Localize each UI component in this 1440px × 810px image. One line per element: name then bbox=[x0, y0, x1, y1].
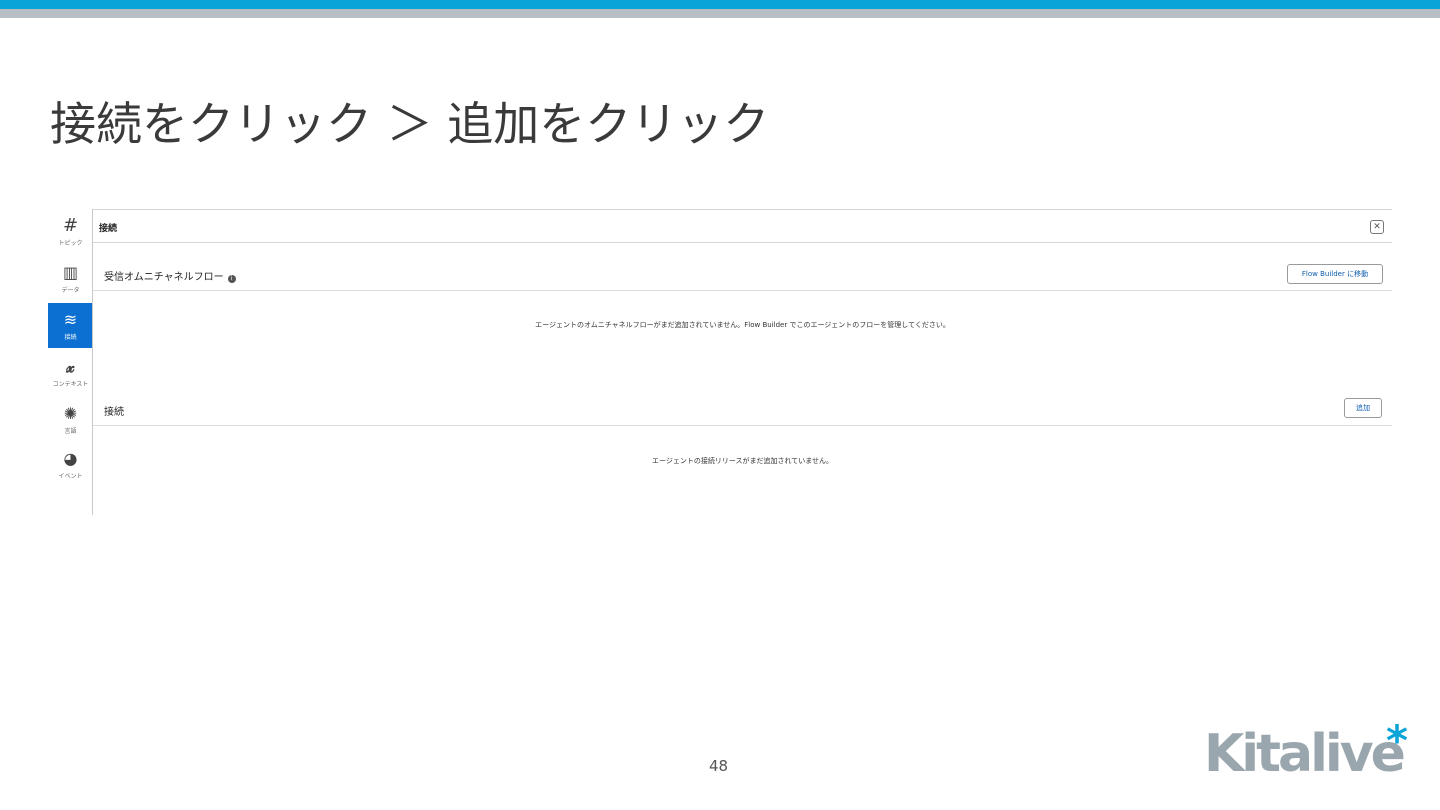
layers-icon: ≋ bbox=[63, 309, 78, 329]
info-icon[interactable]: i bbox=[227, 275, 236, 283]
agent-builder-screenshot: # トピック ▥ データ ≋ 接続 𝔁 コンテキスト ✺ 言語 ◕ イベント 接… bbox=[48, 209, 1392, 515]
top-accent-bar bbox=[0, 0, 1440, 9]
hash-icon: # bbox=[62, 214, 79, 236]
rail-item-language[interactable]: ✺ 言語 bbox=[48, 397, 93, 442]
palette-icon: ✺ bbox=[63, 403, 78, 423]
top-gray-bar bbox=[0, 9, 1440, 18]
page-number: 48 bbox=[709, 757, 729, 775]
connections-section-header: 接続 追加 bbox=[93, 392, 1392, 426]
rail-item-event[interactable]: ◕ イベント bbox=[48, 442, 93, 487]
side-rail: # トピック ▥ データ ≋ 接続 𝔁 コンテキスト ✺ 言語 ◕ イベント bbox=[48, 209, 93, 515]
omni-flow-section-title: 受信オムニチャネルフロー i bbox=[104, 268, 236, 283]
rail-item-context[interactable]: 𝔁 コンテキスト bbox=[48, 350, 93, 395]
panel-title: 接続 bbox=[99, 224, 118, 234]
logo-text: Kitalive bbox=[1204, 724, 1406, 784]
add-connection-button[interactable]: 追加 bbox=[1344, 398, 1382, 418]
rail-item-label: データ bbox=[61, 286, 80, 294]
kitalive-logo: Kitalive * bbox=[1204, 716, 1408, 784]
connections-section-title: 接続 bbox=[104, 407, 124, 418]
variable-icon: 𝔁 bbox=[66, 356, 75, 376]
flow-builder-button[interactable]: Flow Builder に移動 bbox=[1287, 264, 1383, 284]
connections-empty-message: エージェントの接続リリースがまだ追加されていません。 bbox=[651, 457, 834, 465]
connections-panel: 接続 ✕ 受信オムニチャネルフロー i Flow Builder に移動 エージェ… bbox=[93, 209, 1392, 515]
omni-flow-section-header: 受信オムニチャネルフロー i Flow Builder に移動 bbox=[93, 257, 1392, 291]
close-button[interactable]: ✕ bbox=[1370, 220, 1384, 234]
asterisk-icon: * bbox=[1386, 716, 1408, 765]
library-icon: ▥ bbox=[62, 262, 79, 282]
slide-title: 接続をクリック ＞ 追加をクリック bbox=[50, 97, 770, 151]
rail-item-topic[interactable]: # トピック bbox=[48, 209, 93, 254]
rail-item-label: 接続 bbox=[64, 333, 77, 341]
rail-item-label: トピック bbox=[58, 239, 83, 247]
rail-item-connections[interactable]: ≋ 接続 bbox=[48, 303, 93, 348]
rail-item-label: コンテキスト bbox=[52, 380, 89, 388]
event-icon: ◕ bbox=[63, 448, 78, 468]
omni-flow-empty-message: エージェントのオムニチャネルフローがまだ追加されていません。Flow Build… bbox=[535, 321, 950, 329]
rail-item-label: 言語 bbox=[64, 427, 77, 435]
rail-item-label: イベント bbox=[58, 472, 83, 480]
omni-flow-title-text: 受信オムニチャネルフロー bbox=[104, 272, 224, 283]
rail-item-data[interactable]: ▥ データ bbox=[48, 256, 93, 301]
panel-header: 接続 ✕ bbox=[93, 209, 1392, 243]
